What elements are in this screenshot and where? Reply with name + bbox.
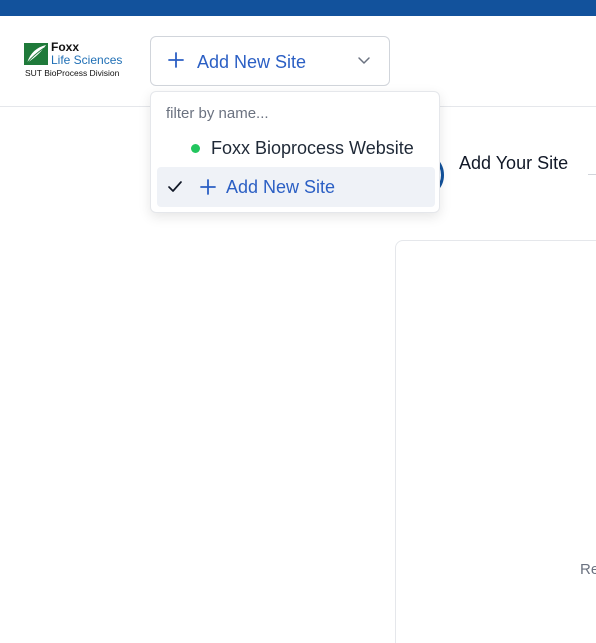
company-logo[interactable]: Foxx Life Sciences SUT BioProcess Divisi… <box>24 41 134 82</box>
site-selector-label: Add New Site <box>197 52 307 72</box>
card-partial-text: Re <box>580 561 596 578</box>
chevron-down-icon <box>358 57 370 64</box>
plus-icon <box>200 179 216 195</box>
check-icon <box>168 181 182 192</box>
dropdown-option-site[interactable]: Foxx Bioprocess Website <box>191 136 414 160</box>
filter-input[interactable] <box>166 102 426 124</box>
logo-wordmark-life-sciences: Life Sciences <box>51 53 123 67</box>
step-connector-line <box>588 174 596 175</box>
leaf-logo-icon <box>24 43 48 65</box>
logo-division-text: SUT BioProcess Division <box>25 68 120 78</box>
step-label: Add Your Site <box>459 153 569 173</box>
dropdown-option-add-label: Add New Site <box>226 177 336 197</box>
site-selector-button[interactable]: Add New Site <box>150 36 390 86</box>
content-card <box>395 240 596 643</box>
site-dropdown-menu: Foxx Bioprocess Website Add New Site <box>150 91 440 213</box>
dropdown-option-add-new-site[interactable]: Add New Site <box>157 167 435 207</box>
top-brand-bar <box>0 0 596 16</box>
plus-icon <box>168 52 184 68</box>
online-status-dot <box>191 143 200 153</box>
dropdown-option-site-label: Foxx Bioprocess Website <box>211 137 414 158</box>
